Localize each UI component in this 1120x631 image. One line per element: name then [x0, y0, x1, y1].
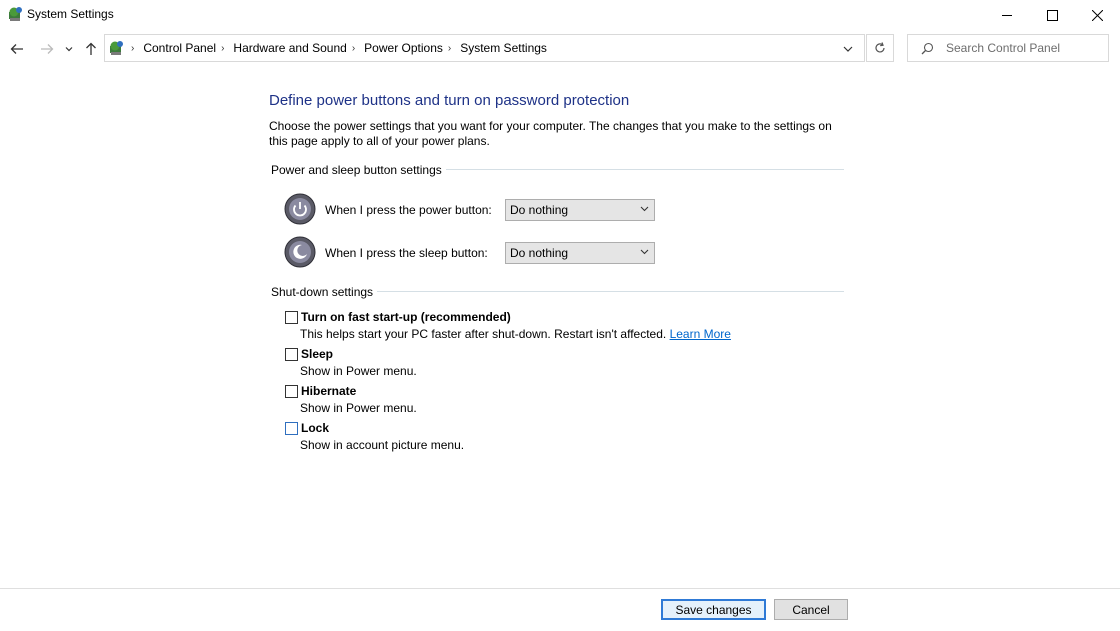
- minimize-button[interactable]: [984, 0, 1030, 30]
- arrow-left-icon: [10, 44, 23, 54]
- refresh-icon: [875, 42, 885, 53]
- power-button-action-select[interactable]: Do nothing: [505, 199, 655, 221]
- breadcrumb: › Control Panel › Hardware and Sound › P…: [129, 35, 547, 61]
- hibernate-label[interactable]: Hibernate: [301, 384, 356, 398]
- lock-checkbox[interactable]: [285, 422, 298, 435]
- minimize-icon: [1002, 15, 1012, 16]
- page-title: Define power buttons and turn on passwor…: [269, 92, 630, 109]
- fast-startup-description: This helps start your PC faster after sh…: [300, 327, 731, 341]
- sleep-label[interactable]: Sleep: [301, 347, 333, 361]
- crumb-control-panel[interactable]: Control Panel: [143, 41, 216, 55]
- title-bar: System Settings: [0, 0, 1120, 30]
- address-dropdown-button[interactable]: [838, 40, 858, 58]
- power-section-title: Power and sleep button settings: [271, 163, 446, 177]
- chevron-right-icon[interactable]: ›: [448, 43, 451, 54]
- save-changes-button[interactable]: Save changes: [661, 599, 766, 620]
- power-button-action-value: Do nothing: [510, 203, 569, 217]
- lock-description: Show in account picture menu.: [300, 438, 465, 452]
- chevron-right-icon[interactable]: ›: [131, 43, 134, 54]
- up-button[interactable]: [80, 38, 102, 60]
- hibernate-description: Show in Power menu.: [300, 401, 417, 415]
- hibernate-checkbox[interactable]: [285, 385, 298, 398]
- power-button-icon: [284, 193, 316, 225]
- lock-label[interactable]: Lock: [301, 421, 329, 435]
- chevron-down-icon: [65, 47, 73, 52]
- sleep-button-label: When I press the sleep button:: [325, 246, 488, 260]
- maximize-button[interactable]: [1029, 0, 1075, 30]
- close-icon: [1091, 9, 1103, 21]
- page-description: Choose the power settings that you want …: [269, 119, 832, 148]
- chevron-down-icon: [640, 249, 649, 255]
- sleep-button-action-select[interactable]: Do nothing: [505, 242, 655, 264]
- sleep-button-action-value: Do nothing: [510, 246, 569, 260]
- shutdown-section-title: Shut-down settings: [271, 285, 378, 299]
- search-input[interactable]: [946, 40, 1104, 56]
- address-bar[interactable]: › Control Panel › Hardware and Sound › P…: [104, 34, 865, 62]
- recent-locations-button[interactable]: [61, 38, 77, 60]
- chevron-right-icon[interactable]: ›: [221, 43, 224, 54]
- sleep-description: Show in Power menu.: [300, 364, 417, 378]
- fast-startup-label[interactable]: Turn on fast start-up (recommended): [301, 310, 511, 324]
- forward-button[interactable]: [36, 38, 58, 60]
- crumb-power-options[interactable]: Power Options: [364, 41, 443, 55]
- chevron-down-icon: [640, 206, 649, 212]
- sleep-button-icon: [284, 236, 316, 268]
- refresh-button[interactable]: [866, 34, 894, 62]
- cancel-button[interactable]: Cancel: [774, 599, 848, 620]
- footer-divider: [0, 588, 1120, 589]
- fast-startup-checkbox[interactable]: [285, 311, 298, 324]
- back-button[interactable]: [6, 38, 28, 60]
- sleep-checkbox[interactable]: [285, 348, 298, 361]
- window-title: System Settings: [27, 7, 114, 21]
- fast-startup-desc-text: This helps start your PC faster after sh…: [300, 327, 667, 341]
- control-panel-icon: [9, 7, 22, 21]
- crumb-system-settings[interactable]: System Settings: [460, 41, 547, 55]
- learn-more-link[interactable]: Learn More: [670, 327, 731, 341]
- search-box[interactable]: [907, 34, 1109, 62]
- arrow-up-icon: [86, 42, 96, 55]
- search-icon: [921, 42, 934, 55]
- chevron-down-icon: [843, 46, 853, 52]
- chevron-right-icon[interactable]: ›: [352, 43, 355, 54]
- crumb-hardware-and-sound[interactable]: Hardware and Sound: [233, 41, 346, 55]
- arrow-right-icon: [41, 44, 54, 54]
- power-button-label: When I press the power button:: [325, 203, 492, 217]
- control-panel-icon: [110, 41, 123, 55]
- close-button[interactable]: [1074, 0, 1120, 30]
- maximize-icon: [1046, 9, 1058, 21]
